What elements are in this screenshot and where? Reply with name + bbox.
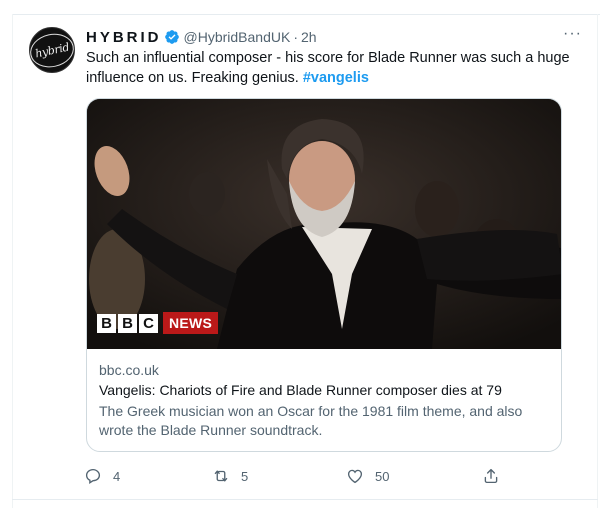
verified-badge-icon bbox=[164, 30, 179, 44]
tweet-text: Such an influential composer - his score… bbox=[86, 48, 582, 88]
card-body[interactable]: bbc.co.uk Vangelis: Chariots of Fire and… bbox=[87, 349, 561, 440]
card-description: The Greek musician won an Oscar for the … bbox=[99, 403, 523, 438]
retweet-button[interactable]: 5 bbox=[212, 467, 248, 485]
reply-icon bbox=[85, 468, 101, 484]
avatar-logo: hybrid bbox=[26, 29, 78, 71]
like-count: 50 bbox=[375, 468, 390, 484]
heart-icon bbox=[347, 469, 363, 484]
share-button[interactable] bbox=[482, 467, 500, 485]
link-card[interactable]: B B C NEWS bbc.co.uk Vangelis: Chariots … bbox=[86, 98, 562, 452]
hashtag-link[interactable]: #vangelis bbox=[303, 70, 369, 86]
bbc-letter-c: C bbox=[139, 313, 158, 333]
bbc-letter-b2: B bbox=[118, 313, 137, 333]
timestamp[interactable]: 2h bbox=[301, 29, 317, 45]
retweet-icon bbox=[214, 470, 228, 482]
header-separator: · bbox=[293, 29, 298, 45]
action-bar: 4 5 50 bbox=[84, 467, 504, 487]
share-icon bbox=[484, 468, 498, 484]
like-button[interactable]: 50 bbox=[346, 467, 389, 485]
reply-button[interactable]: 4 bbox=[84, 467, 120, 485]
tweet-header: HYBRID @HybridBandUK · 2h ··· bbox=[86, 25, 584, 47]
retweet-count: 5 bbox=[241, 468, 249, 484]
bbc-letter-b1: B bbox=[97, 313, 116, 333]
bbc-news-badge: B B C NEWS bbox=[97, 312, 219, 334]
reply-count: 4 bbox=[113, 468, 121, 484]
card-domain: bbc.co.uk bbox=[99, 362, 159, 378]
frame-bottom-border bbox=[12, 499, 598, 500]
user-handle[interactable]: @HybridBandUK bbox=[184, 29, 291, 45]
card-title: Vangelis: Chariots of Fire and Blade Run… bbox=[99, 382, 502, 398]
tweet[interactable]: hybrid HYBRID @HybridBandUK · 2h ··· Suc… bbox=[12, 15, 598, 499]
avatar[interactable]: hybrid bbox=[26, 27, 78, 73]
bbc-news-label: NEWS bbox=[163, 312, 219, 334]
display-name[interactable]: HYBRID bbox=[86, 29, 162, 46]
more-options-icon[interactable]: ··· bbox=[563, 25, 582, 43]
card-image[interactable]: B B C NEWS bbox=[87, 99, 561, 349]
